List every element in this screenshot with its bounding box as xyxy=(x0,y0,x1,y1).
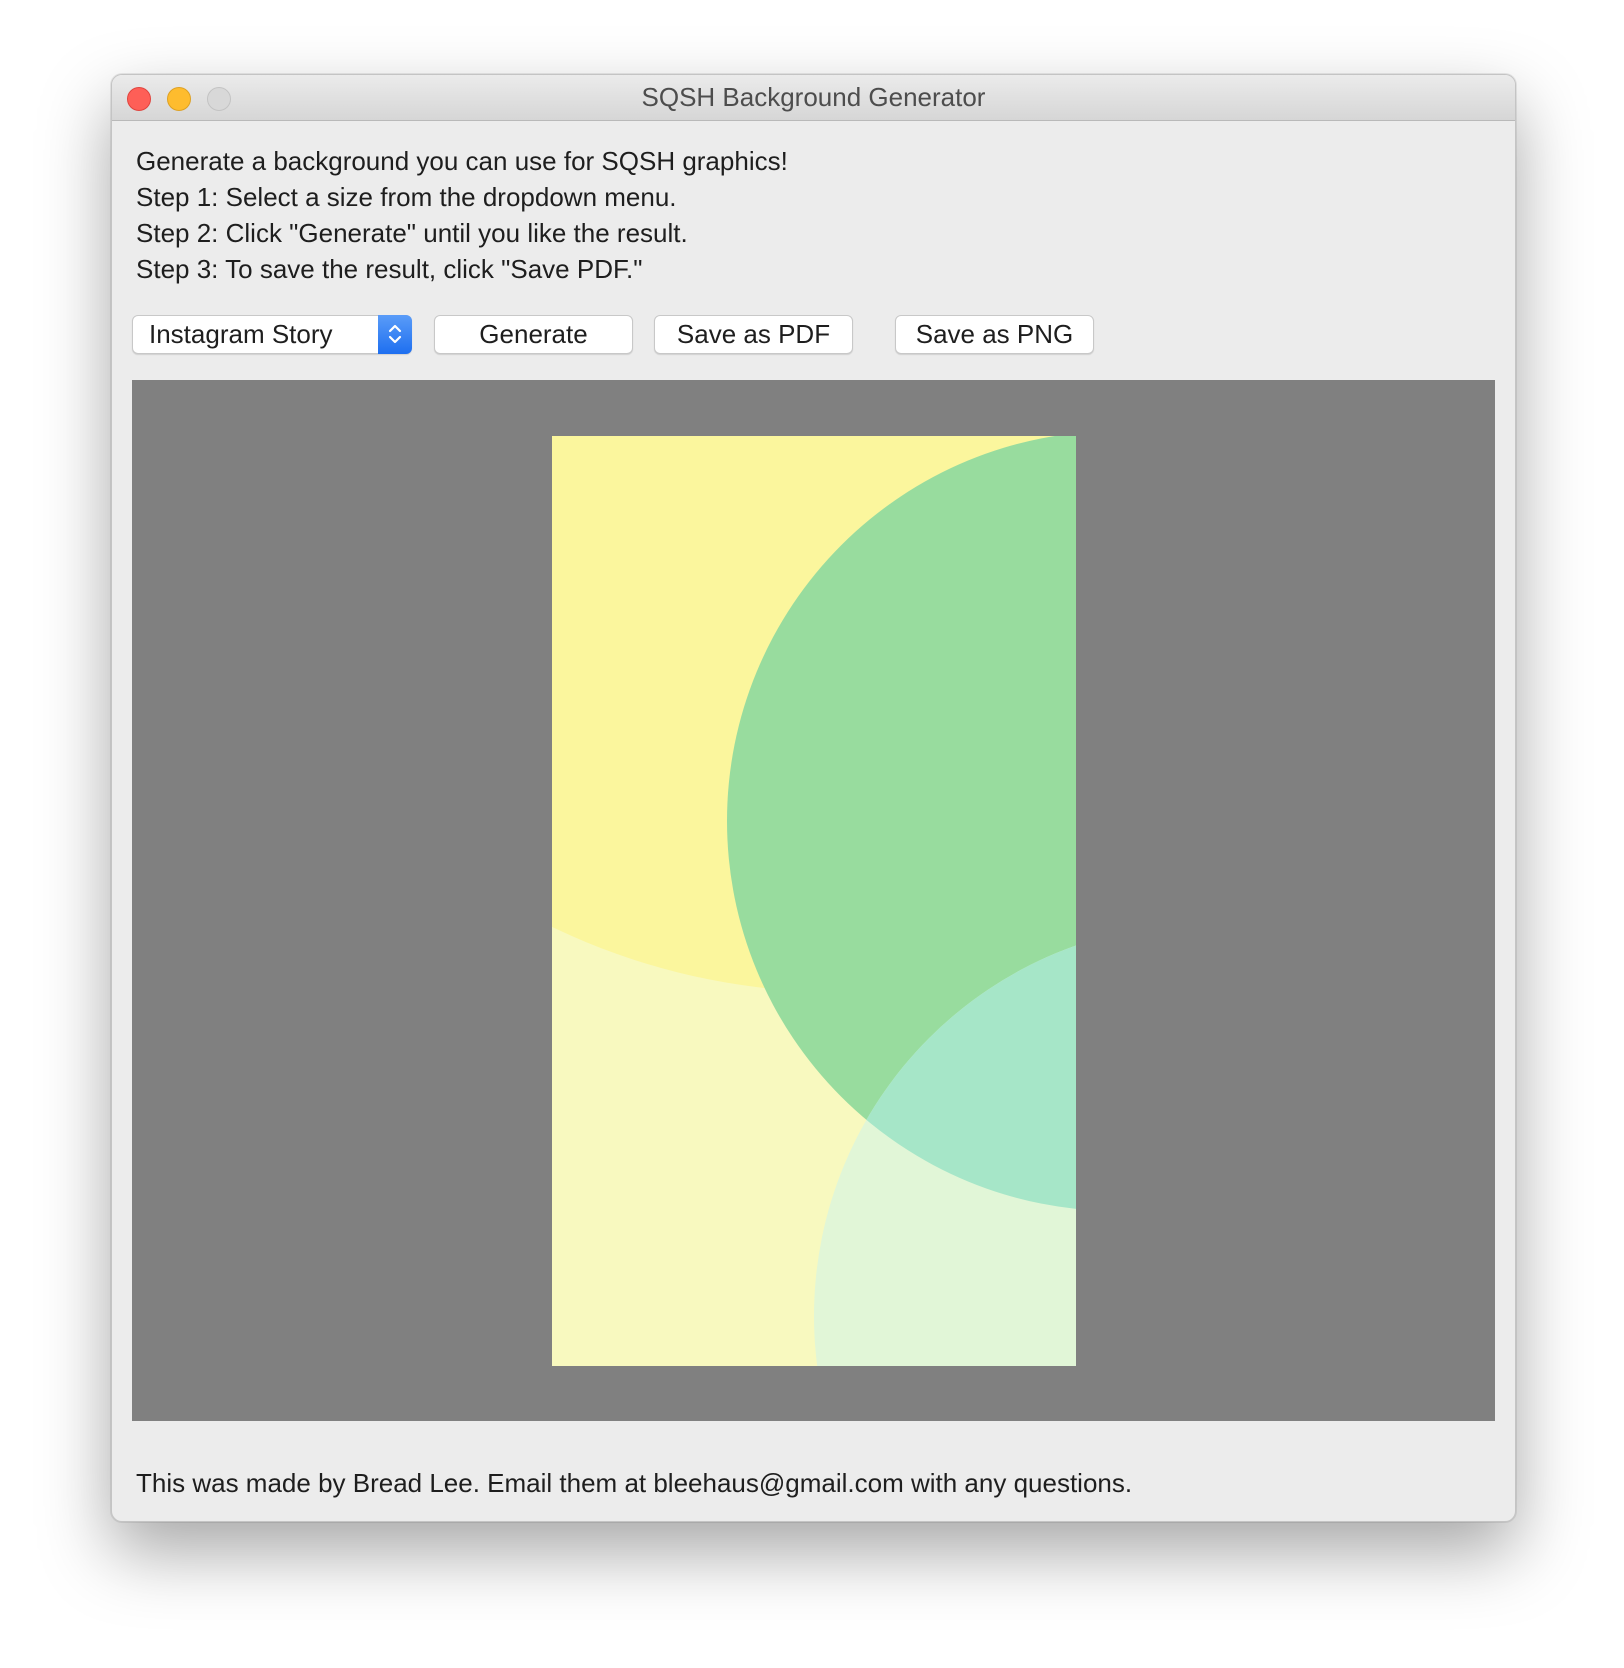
instruction-step-1: Step 1: Select a size from the dropdown … xyxy=(136,182,677,212)
background-preview xyxy=(552,436,1076,1366)
preview-canvas-area xyxy=(132,380,1495,1421)
save-png-button[interactable]: Save as PNG xyxy=(895,315,1094,354)
title-bar[interactable]: SQSH Background Generator xyxy=(112,75,1515,121)
up-down-chevron-icon[interactable] xyxy=(378,315,412,354)
window-title: SQSH Background Generator xyxy=(641,82,986,112)
size-select-value: Instagram Story xyxy=(149,319,333,349)
save-pdf-button[interactable]: Save as PDF xyxy=(654,315,853,354)
instruction-step-2: Step 2: Click "Generate" until you like … xyxy=(136,218,688,248)
footer-credit: This was made by Bread Lee. Email them a… xyxy=(136,1468,1133,1498)
instructions: Generate a background you can use for SQ… xyxy=(136,143,788,287)
instruction-step-3: Step 3: To save the result, click "Save … xyxy=(136,254,643,284)
size-select[interactable]: Instagram Story xyxy=(132,315,412,354)
generate-button[interactable]: Generate xyxy=(434,315,633,354)
app-window: SQSH Background Generator Generate a bac… xyxy=(111,74,1516,1522)
instruction-intro: Generate a background you can use for SQ… xyxy=(136,146,788,176)
controls-row: Instagram Story Generate Save as PDF Sav… xyxy=(112,315,1515,355)
background-preview-graphic xyxy=(552,436,1076,1366)
